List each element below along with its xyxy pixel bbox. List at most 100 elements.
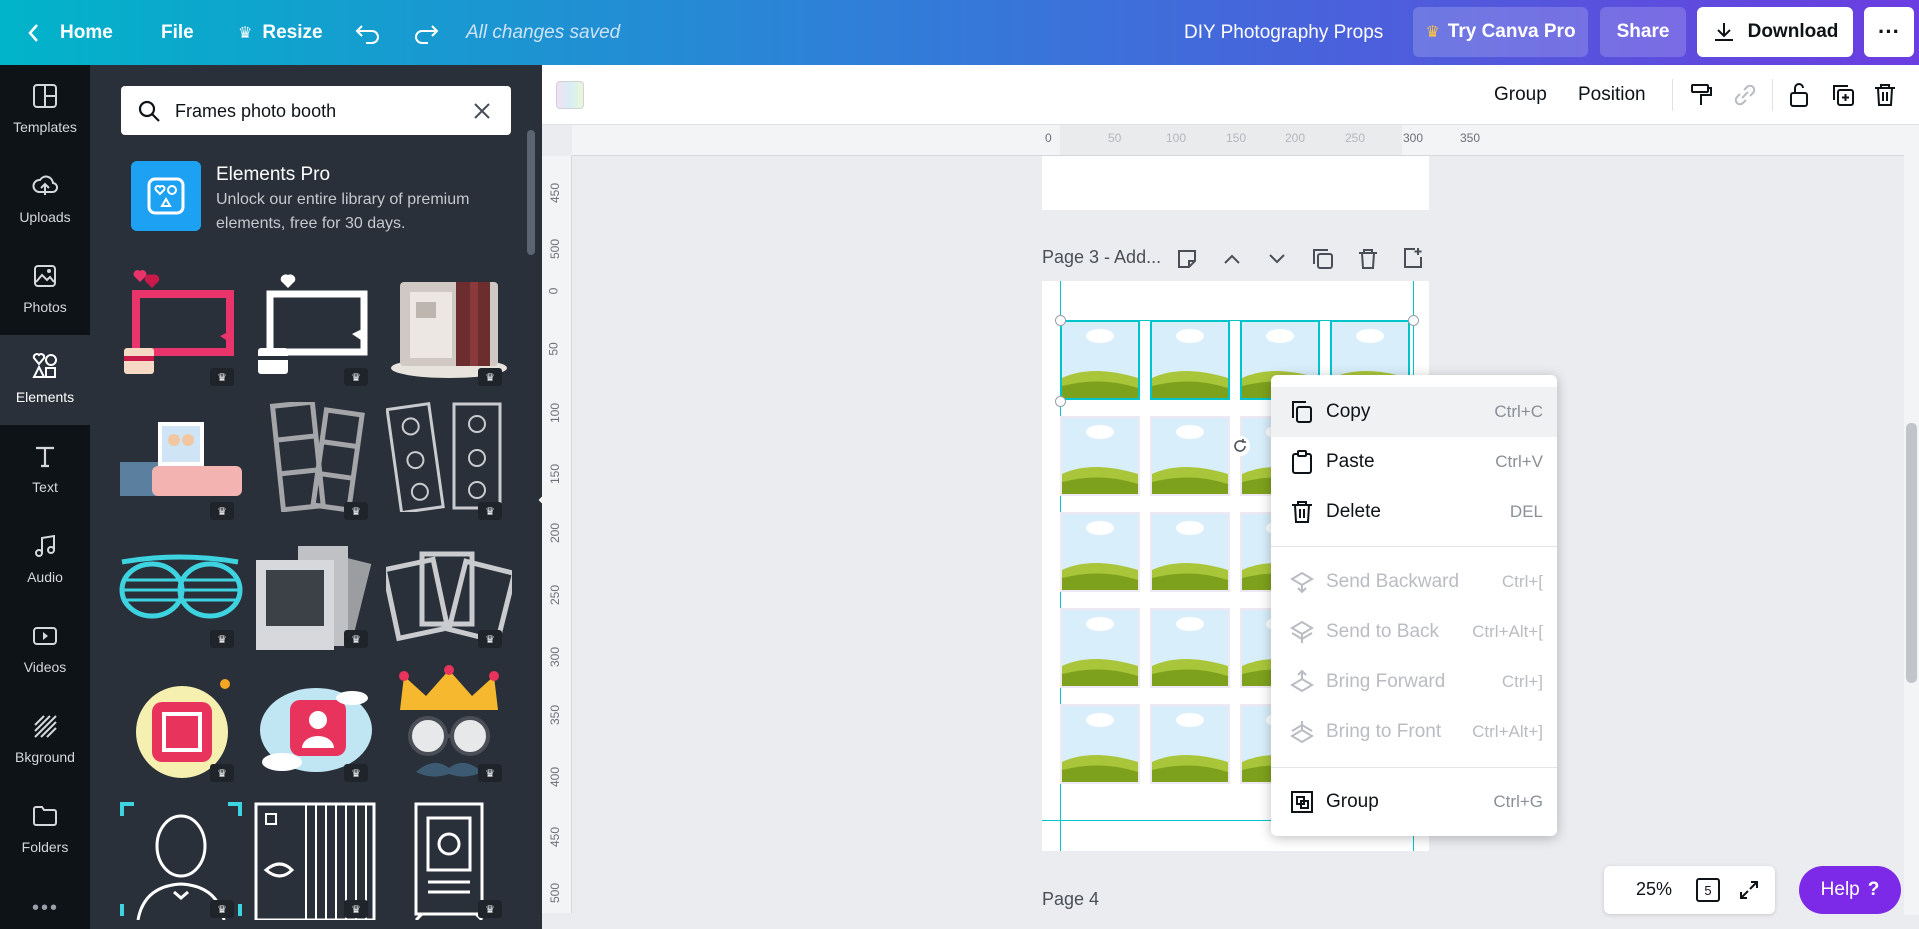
sidebar-item-audio[interactable]: Audio	[0, 515, 90, 605]
page-4-title[interactable]: Page 4	[1042, 889, 1099, 910]
photo-frame[interactable]	[1060, 608, 1140, 688]
sidebar-item-photos[interactable]: Photos	[0, 245, 90, 335]
sidebar-item-videos[interactable]: Videos	[0, 605, 90, 695]
panel-scrollbar[interactable]	[527, 130, 535, 255]
photo-frame[interactable]	[1060, 704, 1140, 784]
image-placeholder-icon	[1062, 610, 1138, 686]
sidebar-item-elements[interactable]: Elements	[0, 335, 90, 425]
element-crown-glasses-mustache[interactable]: ♛	[386, 664, 512, 786]
help-button[interactable]: Help ?	[1799, 866, 1901, 914]
add-page-icon[interactable]	[1401, 246, 1425, 270]
premium-badge: ♛	[344, 764, 368, 782]
trash-icon[interactable]	[1872, 82, 1898, 108]
toolbar-divider	[1772, 79, 1773, 111]
photo-frame[interactable]	[1060, 512, 1140, 592]
photo-frame[interactable]	[1150, 704, 1230, 784]
menu-item-label: Group	[1326, 791, 1379, 812]
element-photo-booth-illustration[interactable]: ♛	[386, 268, 512, 390]
move-page-up-icon[interactable]	[1221, 249, 1243, 269]
page-2-canvas[interactable]	[1042, 156, 1429, 210]
redo-button[interactable]	[412, 0, 440, 65]
film-strip-frames-illustration	[269, 399, 365, 513]
try-canva-pro-button[interactable]: ♛ Try Canva Pro	[1413, 7, 1588, 57]
crown-icon: ♛	[1425, 24, 1440, 41]
premium-badge: ♛	[344, 502, 368, 520]
delete-page-icon[interactable]	[1356, 247, 1380, 271]
ruler-tick: 450	[548, 182, 563, 204]
element-polaroid-fan-outline[interactable]: ♛	[381, 544, 518, 666]
element-photo-sticker-couple[interactable]: ♛	[118, 402, 244, 524]
menu-item-group[interactable]: Group Ctrl+G	[1271, 777, 1557, 827]
photo-frame[interactable]	[1060, 416, 1140, 496]
share-button[interactable]: Share	[1600, 7, 1686, 57]
element-polaroid-stack-grey[interactable]: ♛	[252, 544, 378, 666]
unlock-icon[interactable]	[1786, 81, 1812, 109]
menu-item-send-to-back: Send to Back Ctrl+Alt+[	[1271, 607, 1557, 657]
photo-frame[interactable]	[1060, 320, 1140, 400]
sidebar-item-uploads[interactable]: Uploads	[0, 155, 90, 245]
fullscreen-icon[interactable]	[1738, 879, 1760, 901]
notes-icon[interactable]	[1175, 247, 1199, 271]
photo-frame[interactable]	[1150, 512, 1230, 592]
element-film-strip-frames[interactable]: ♛	[252, 399, 378, 524]
photo-frame[interactable]	[1150, 608, 1230, 688]
resize-button[interactable]: ♛ Resize	[238, 0, 323, 65]
design-title[interactable]: DIY Photography Props	[1184, 0, 1383, 65]
home-button[interactable]: Home	[26, 0, 113, 65]
crown-icon: ♛	[217, 371, 227, 384]
clear-search-icon[interactable]	[472, 101, 492, 121]
duplicate-icon[interactable]	[1830, 82, 1856, 108]
file-menu-button[interactable]: File	[161, 0, 194, 65]
search-bar[interactable]	[121, 86, 511, 135]
color-swatch-button[interactable]	[556, 81, 584, 109]
crown-icon: ♛	[238, 24, 253, 42]
element-heart-frame-pink[interactable]: ♛	[118, 268, 244, 390]
photo-frame[interactable]	[1150, 416, 1230, 496]
image-placeholder-icon	[1152, 418, 1228, 494]
download-icon	[1714, 23, 1733, 41]
sidebar-item-background[interactable]: Bkground	[0, 695, 90, 785]
sidebar-item-templates[interactable]: Templates	[0, 65, 90, 155]
menu-item-paste[interactable]: Paste Ctrl+V	[1271, 437, 1557, 487]
resize-handle[interactable]	[1055, 396, 1066, 407]
element-photo-booth-curtain[interactable]: ♛	[252, 800, 378, 922]
paint-roller-icon[interactable]	[1688, 82, 1714, 108]
search-input[interactable]	[175, 97, 455, 125]
download-button[interactable]: Download	[1697, 7, 1853, 57]
element-profile-cloud-badge[interactable]: ♛	[252, 678, 378, 800]
canvas-scrollbar[interactable]	[1904, 125, 1919, 915]
menu-item-shortcut: Ctrl+]	[1501, 672, 1543, 691]
premium-badge: ♛	[478, 900, 502, 918]
element-photo-booth-machine[interactable]: ♛	[386, 800, 512, 922]
crown-icon: ♛	[351, 903, 361, 916]
element-instant-photo-badge[interactable]: ♛	[118, 678, 244, 800]
sidebar-item-folders[interactable]: Folders	[0, 785, 90, 875]
menu-item-copy[interactable]: Copy Ctrl+C	[1271, 387, 1557, 437]
promo-title: Elements Pro	[216, 164, 331, 185]
group-button[interactable]: Group	[1494, 84, 1547, 106]
group-icon	[1291, 791, 1313, 813]
resize-handle[interactable]	[1408, 315, 1419, 326]
element-face-focus-frame[interactable]: ♛	[118, 800, 244, 921]
position-button[interactable]: Position	[1578, 84, 1646, 106]
more-apps-icon[interactable]: •••	[32, 897, 59, 920]
canvas-scrollbar-thumb[interactable]	[1906, 423, 1917, 683]
element-heart-frame-white[interactable]: ♛	[252, 268, 378, 390]
undo-button[interactable]	[354, 0, 382, 65]
photo-frame[interactable]	[1150, 320, 1230, 400]
resize-handle[interactable]	[1055, 315, 1066, 326]
more-options-button[interactable]: ···	[1864, 7, 1914, 57]
duplicate-page-icon[interactable]	[1311, 247, 1335, 271]
move-page-down-icon[interactable]	[1266, 249, 1288, 269]
page-count-button[interactable]: 5	[1696, 878, 1720, 902]
context-menu: Copy Ctrl+C Paste Ctrl+V Delete DEL Send…	[1271, 375, 1557, 836]
page-3-title[interactable]: Page 3 - Add...	[1042, 247, 1161, 268]
element-portrait-strip-frames[interactable]: ♛	[385, 402, 512, 524]
element-party-glasses[interactable]: ♛	[118, 544, 244, 666]
menu-item-shortcut: Ctrl+C	[1494, 402, 1543, 421]
rotate-handle[interactable]	[1230, 436, 1250, 456]
zoom-level[interactable]: 25%	[1636, 879, 1672, 900]
sidebar-item-text[interactable]: Text	[0, 425, 90, 515]
premium-badge: ♛	[210, 502, 234, 520]
menu-item-delete[interactable]: Delete DEL	[1271, 487, 1557, 537]
